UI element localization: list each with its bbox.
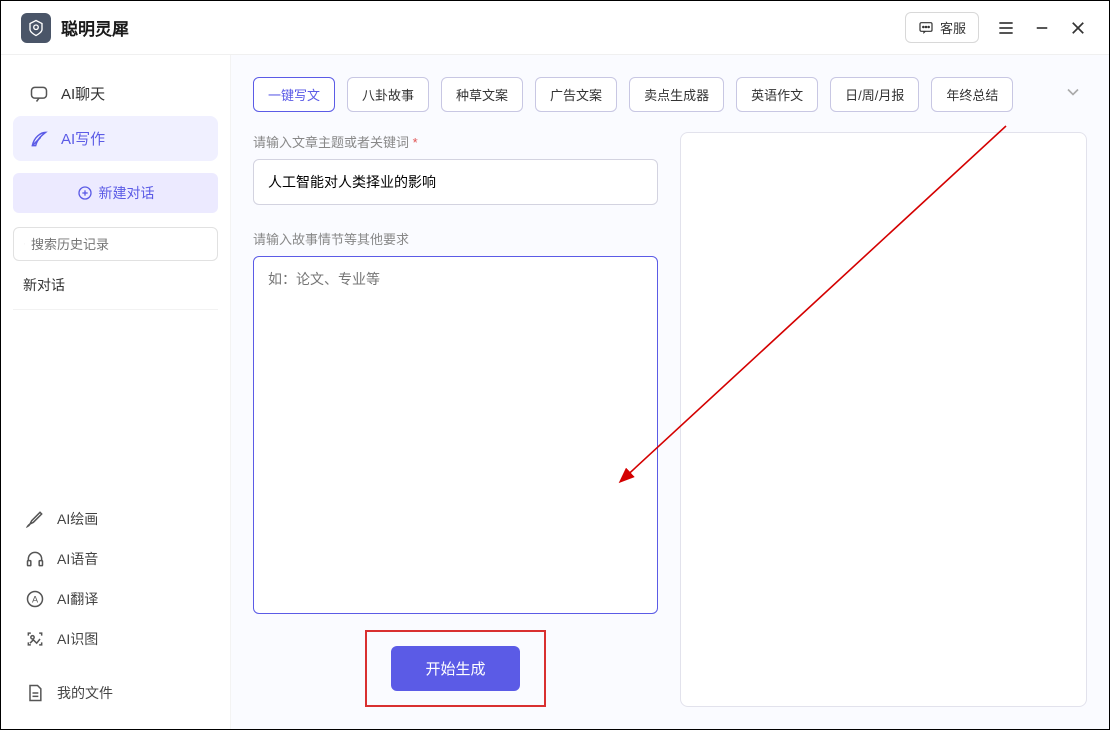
tab-ad-copy[interactable]: 广告文案: [535, 77, 617, 112]
tab-planting-copy[interactable]: 种草文案: [441, 77, 523, 112]
tab-report[interactable]: 日/周/月报: [830, 77, 919, 112]
tab-selling-point[interactable]: 卖点生成器: [629, 77, 724, 112]
history-item[interactable]: 新对话: [13, 261, 218, 310]
sidebar-item-files[interactable]: 我的文件: [13, 673, 218, 713]
new-conversation-label: 新建对话: [99, 183, 155, 203]
sidebar-item-ocr[interactable]: AI识图: [13, 619, 218, 659]
customer-service-label: 客服: [940, 18, 966, 37]
file-icon: [25, 683, 45, 703]
tabs-expand-button[interactable]: [1059, 78, 1087, 111]
sidebar-item-label: 我的文件: [57, 683, 113, 703]
chat-bubble-icon: [29, 84, 49, 104]
generate-button[interactable]: 开始生成: [391, 646, 519, 691]
sidebar-item-chat[interactable]: AI聊天: [13, 71, 218, 116]
details-textarea[interactable]: [253, 256, 658, 614]
app-logo-icon: [21, 13, 51, 43]
tab-year-summary[interactable]: 年终总结: [931, 77, 1013, 112]
search-history-box[interactable]: [13, 227, 218, 261]
sidebar-item-label: AI聊天: [61, 83, 105, 104]
minimize-button[interactable]: [1031, 17, 1053, 39]
tab-one-click-write[interactable]: 一键写文: [253, 77, 335, 112]
search-icon: [24, 236, 25, 252]
search-input[interactable]: [31, 237, 207, 252]
chat-icon: [918, 20, 934, 36]
sidebar-item-translate[interactable]: A AI翻译: [13, 579, 218, 619]
brush-icon: [25, 509, 45, 529]
details-label: 请输入故事情节等其他要求: [253, 229, 658, 248]
template-tabs-bar: 一键写文 八卦故事 种草文案 广告文案 卖点生成器 英语作文 日/周/月报 年终…: [231, 55, 1109, 122]
sidebar-item-paint[interactable]: AI绘画: [13, 499, 218, 539]
feather-icon: [29, 129, 49, 149]
sidebar-item-label: AI语音: [57, 549, 98, 569]
app-title: 聪明灵犀: [61, 15, 129, 40]
svg-text:A: A: [32, 594, 39, 604]
sidebar-item-label: AI翻译: [57, 589, 98, 609]
image-scan-icon: [25, 629, 45, 649]
sidebar-item-label: AI写作: [61, 128, 105, 149]
topic-input[interactable]: 人工智能对人类择业的影响: [253, 159, 658, 205]
customer-service-button[interactable]: 客服: [905, 12, 979, 43]
tab-english-essay[interactable]: 英语作文: [736, 77, 818, 112]
tab-gossip-story[interactable]: 八卦故事: [347, 77, 429, 112]
new-conversation-button[interactable]: 新建对话: [13, 173, 218, 213]
sidebar-item-label: AI识图: [57, 629, 98, 649]
sidebar-item-write[interactable]: AI写作: [13, 116, 218, 161]
chevron-down-icon: [1063, 82, 1083, 102]
plus-circle-icon: [77, 185, 93, 201]
topic-label: 请输入文章主题或者关键词 *: [253, 132, 658, 151]
sidebar-item-voice[interactable]: AI语音: [13, 539, 218, 579]
output-panel: [680, 132, 1087, 707]
generate-highlight-box: 开始生成: [365, 630, 545, 707]
menu-button[interactable]: [995, 17, 1017, 39]
close-button[interactable]: [1067, 17, 1089, 39]
translate-icon: A: [25, 589, 45, 609]
headphones-icon: [25, 549, 45, 569]
sidebar-item-label: AI绘画: [57, 509, 98, 529]
